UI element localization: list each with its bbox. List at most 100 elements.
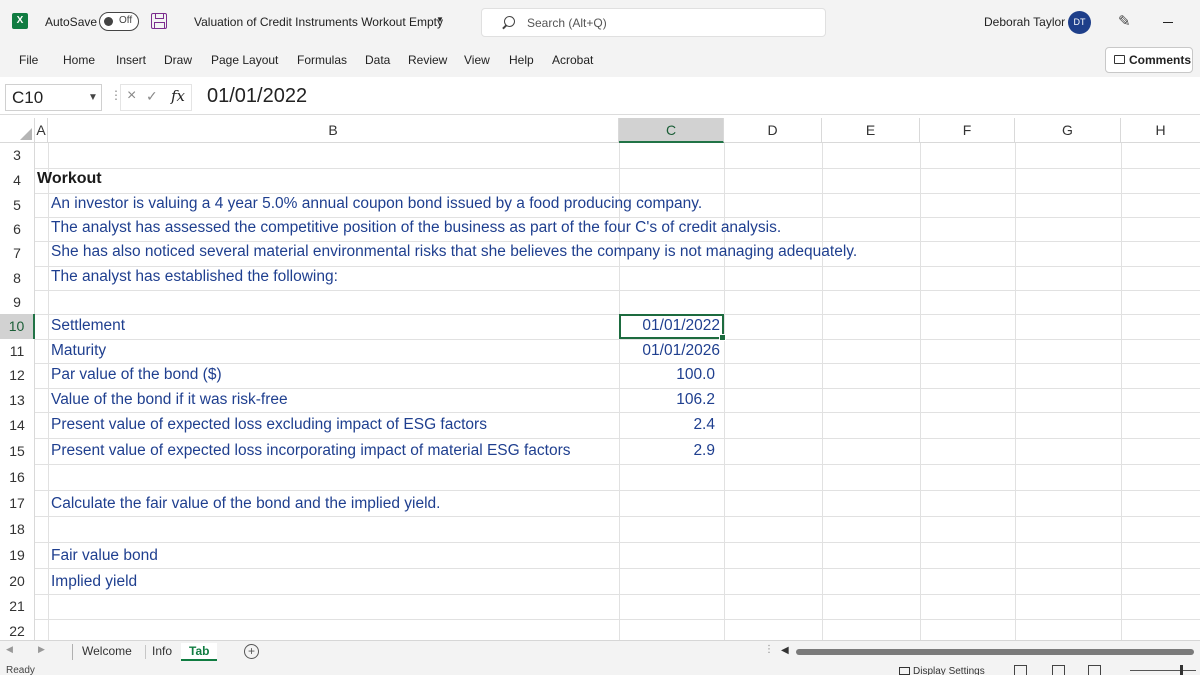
page-break-view-icon[interactable] [1088,665,1101,675]
add-sheet-icon[interactable]: + [244,644,259,659]
row-header[interactable]: 5 [0,193,35,217]
insert-function-icon[interactable]: fx [171,87,185,105]
title-bar: X AutoSave Off Valuation of Credit Instr… [0,0,1200,44]
input-label-expected-loss-esg: Present value of expected loss incorpora… [51,442,571,459]
row-header[interactable]: 12 [0,363,35,388]
tab-formulas[interactable]: Formulas [297,53,347,67]
tab-view[interactable]: View [464,53,490,67]
status-bar: Ready Display Settings [0,662,1200,675]
tab-acrobat[interactable]: Acrobat [552,53,593,67]
chevron-down-icon[interactable]: ▼ [436,15,444,24]
task-text: Calculate the fair value of the bond and… [51,495,441,512]
toggle-knob [104,17,113,26]
select-all-button[interactable] [0,118,35,143]
next-sheet-icon[interactable]: ▶ [38,644,45,655]
input-label-expected-loss: Present value of expected loss excluding… [51,416,487,433]
search-icon [504,16,515,27]
column-header-e[interactable]: E [822,118,920,143]
tab-draw[interactable]: Draw [164,53,192,67]
enter-icon[interactable]: ✓ [146,88,158,105]
input-label-risk-free: Value of the bond if it was risk-free [51,391,288,408]
sheet-tab-info[interactable]: Info [144,643,180,661]
excel-logo-icon: X [12,13,28,29]
row-header[interactable]: 4 [0,168,35,193]
input-label-maturity: Maturity [51,342,107,359]
column-header-g[interactable]: G [1015,118,1121,143]
tab-insert[interactable]: Insert [116,53,146,67]
display-settings-button[interactable]: Display Settings [899,666,985,675]
comments-button[interactable]: Comments [1105,47,1193,73]
formula-bar: C10 ▼ ⋮ × ✓ fx 01/01/2022 [0,80,1200,115]
input-value-maturity[interactable]: 01/01/2026 [630,342,720,360]
row-header[interactable]: 3 [0,143,35,168]
column-header-b[interactable]: B [48,118,619,143]
autosave-label: AutoSave [45,15,98,29]
column-header-h[interactable]: H [1121,118,1200,143]
input-value-risk-free[interactable]: 106.2 [625,391,715,409]
sheet-tab-bar: ◀ ▶ Welcome Info Tab + ⋮ ◀ [0,640,1200,662]
name-box-value: C10 [12,88,44,107]
prev-sheet-icon[interactable]: ◀ [6,644,13,655]
description-line: The analyst has established the followin… [51,268,338,285]
scroll-left-icon[interactable]: ◀ [781,645,789,656]
row-header[interactable]: 21 [0,594,35,619]
zoom-slider[interactable] [1130,670,1196,671]
input-label-settlement: Settlement [51,317,126,334]
column-header-d[interactable]: D [724,118,822,143]
user-name[interactable]: Deborah Taylor [984,15,1065,29]
tab-review[interactable]: Review [408,53,447,67]
row-header[interactable]: 17 [0,490,35,516]
row-header[interactable]: 19 [0,542,35,568]
row-header[interactable]: 9 [0,290,35,314]
column-header-a[interactable]: A [35,118,48,143]
row-header[interactable]: 22 [0,619,35,640]
row-header[interactable]: 8 [0,266,35,290]
search-placeholder: Search (Alt+Q) [527,16,607,30]
minimize-icon[interactable] [1163,22,1173,23]
avatar[interactable]: DT [1068,11,1091,34]
row-header[interactable]: 18 [0,516,35,542]
row-header[interactable]: 6 [0,217,35,241]
tab-help[interactable]: Help [509,53,534,67]
description-line: An investor is valuing a 4 year 5.0% ann… [51,195,703,212]
row-header[interactable]: 14 [0,412,35,438]
search-box[interactable]: Search (Alt+Q) [481,8,826,37]
row-header[interactable]: 15 [0,438,35,464]
cancel-icon[interactable]: × [127,87,136,105]
tab-home[interactable]: Home [63,53,95,67]
row-header[interactable]: 16 [0,464,35,490]
workout-heading: Workout [37,170,102,187]
input-value-expected-loss[interactable]: 2.4 [625,416,715,434]
input-value-expected-loss-esg[interactable]: 2.9 [625,442,715,460]
zoom-slider-knob[interactable] [1180,665,1183,675]
chevron-down-icon[interactable]: ▼ [88,92,98,103]
row-header[interactable]: 20 [0,568,35,594]
comment-icon [1114,55,1125,64]
sheet-tab-tab[interactable]: Tab [181,643,218,661]
row-header-selected[interactable]: 10 [0,314,35,339]
worksheet-grid[interactable]: A B C D E F G H 3 4 5 6 7 8 9 10 11 12 1… [0,118,1200,640]
page-layout-view-icon[interactable] [1052,665,1065,675]
row-header[interactable]: 11 [0,339,35,363]
comments-label: Comments [1129,53,1192,67]
formula-input[interactable]: 01/01/2022 [207,85,307,108]
pen-icon[interactable]: ✎ [1118,12,1131,30]
save-icon[interactable] [151,13,167,29]
document-title[interactable]: Valuation of Credit Instruments Workout … [194,15,443,29]
more-icon[interactable]: ⋮ [764,644,774,655]
input-value-par[interactable]: 100.0 [625,366,715,384]
column-header-c[interactable]: C [619,118,724,143]
row-header[interactable]: 7 [0,241,35,266]
normal-view-icon[interactable] [1014,665,1027,675]
tab-page-layout[interactable]: Page Layout [211,53,278,67]
tab-file[interactable]: File [19,53,38,67]
row-header[interactable]: 13 [0,388,35,412]
column-header-f[interactable]: F [920,118,1015,143]
autosave-toggle[interactable]: Off [99,12,139,31]
horizontal-scrollbar[interactable] [796,649,1194,655]
formula-actions: × ✓ fx [120,84,192,111]
sheet-tab-welcome[interactable]: Welcome [74,643,140,661]
tab-data[interactable]: Data [365,53,390,67]
name-box[interactable]: C10 ▼ [5,84,102,111]
active-cell-selection[interactable] [619,314,726,341]
